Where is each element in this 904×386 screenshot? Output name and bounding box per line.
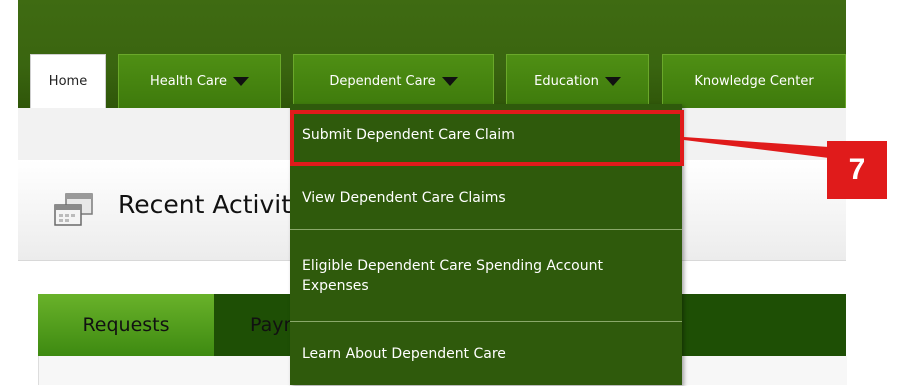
callout-pointer [684,137,829,158]
callout-badge: 7 [827,141,887,199]
